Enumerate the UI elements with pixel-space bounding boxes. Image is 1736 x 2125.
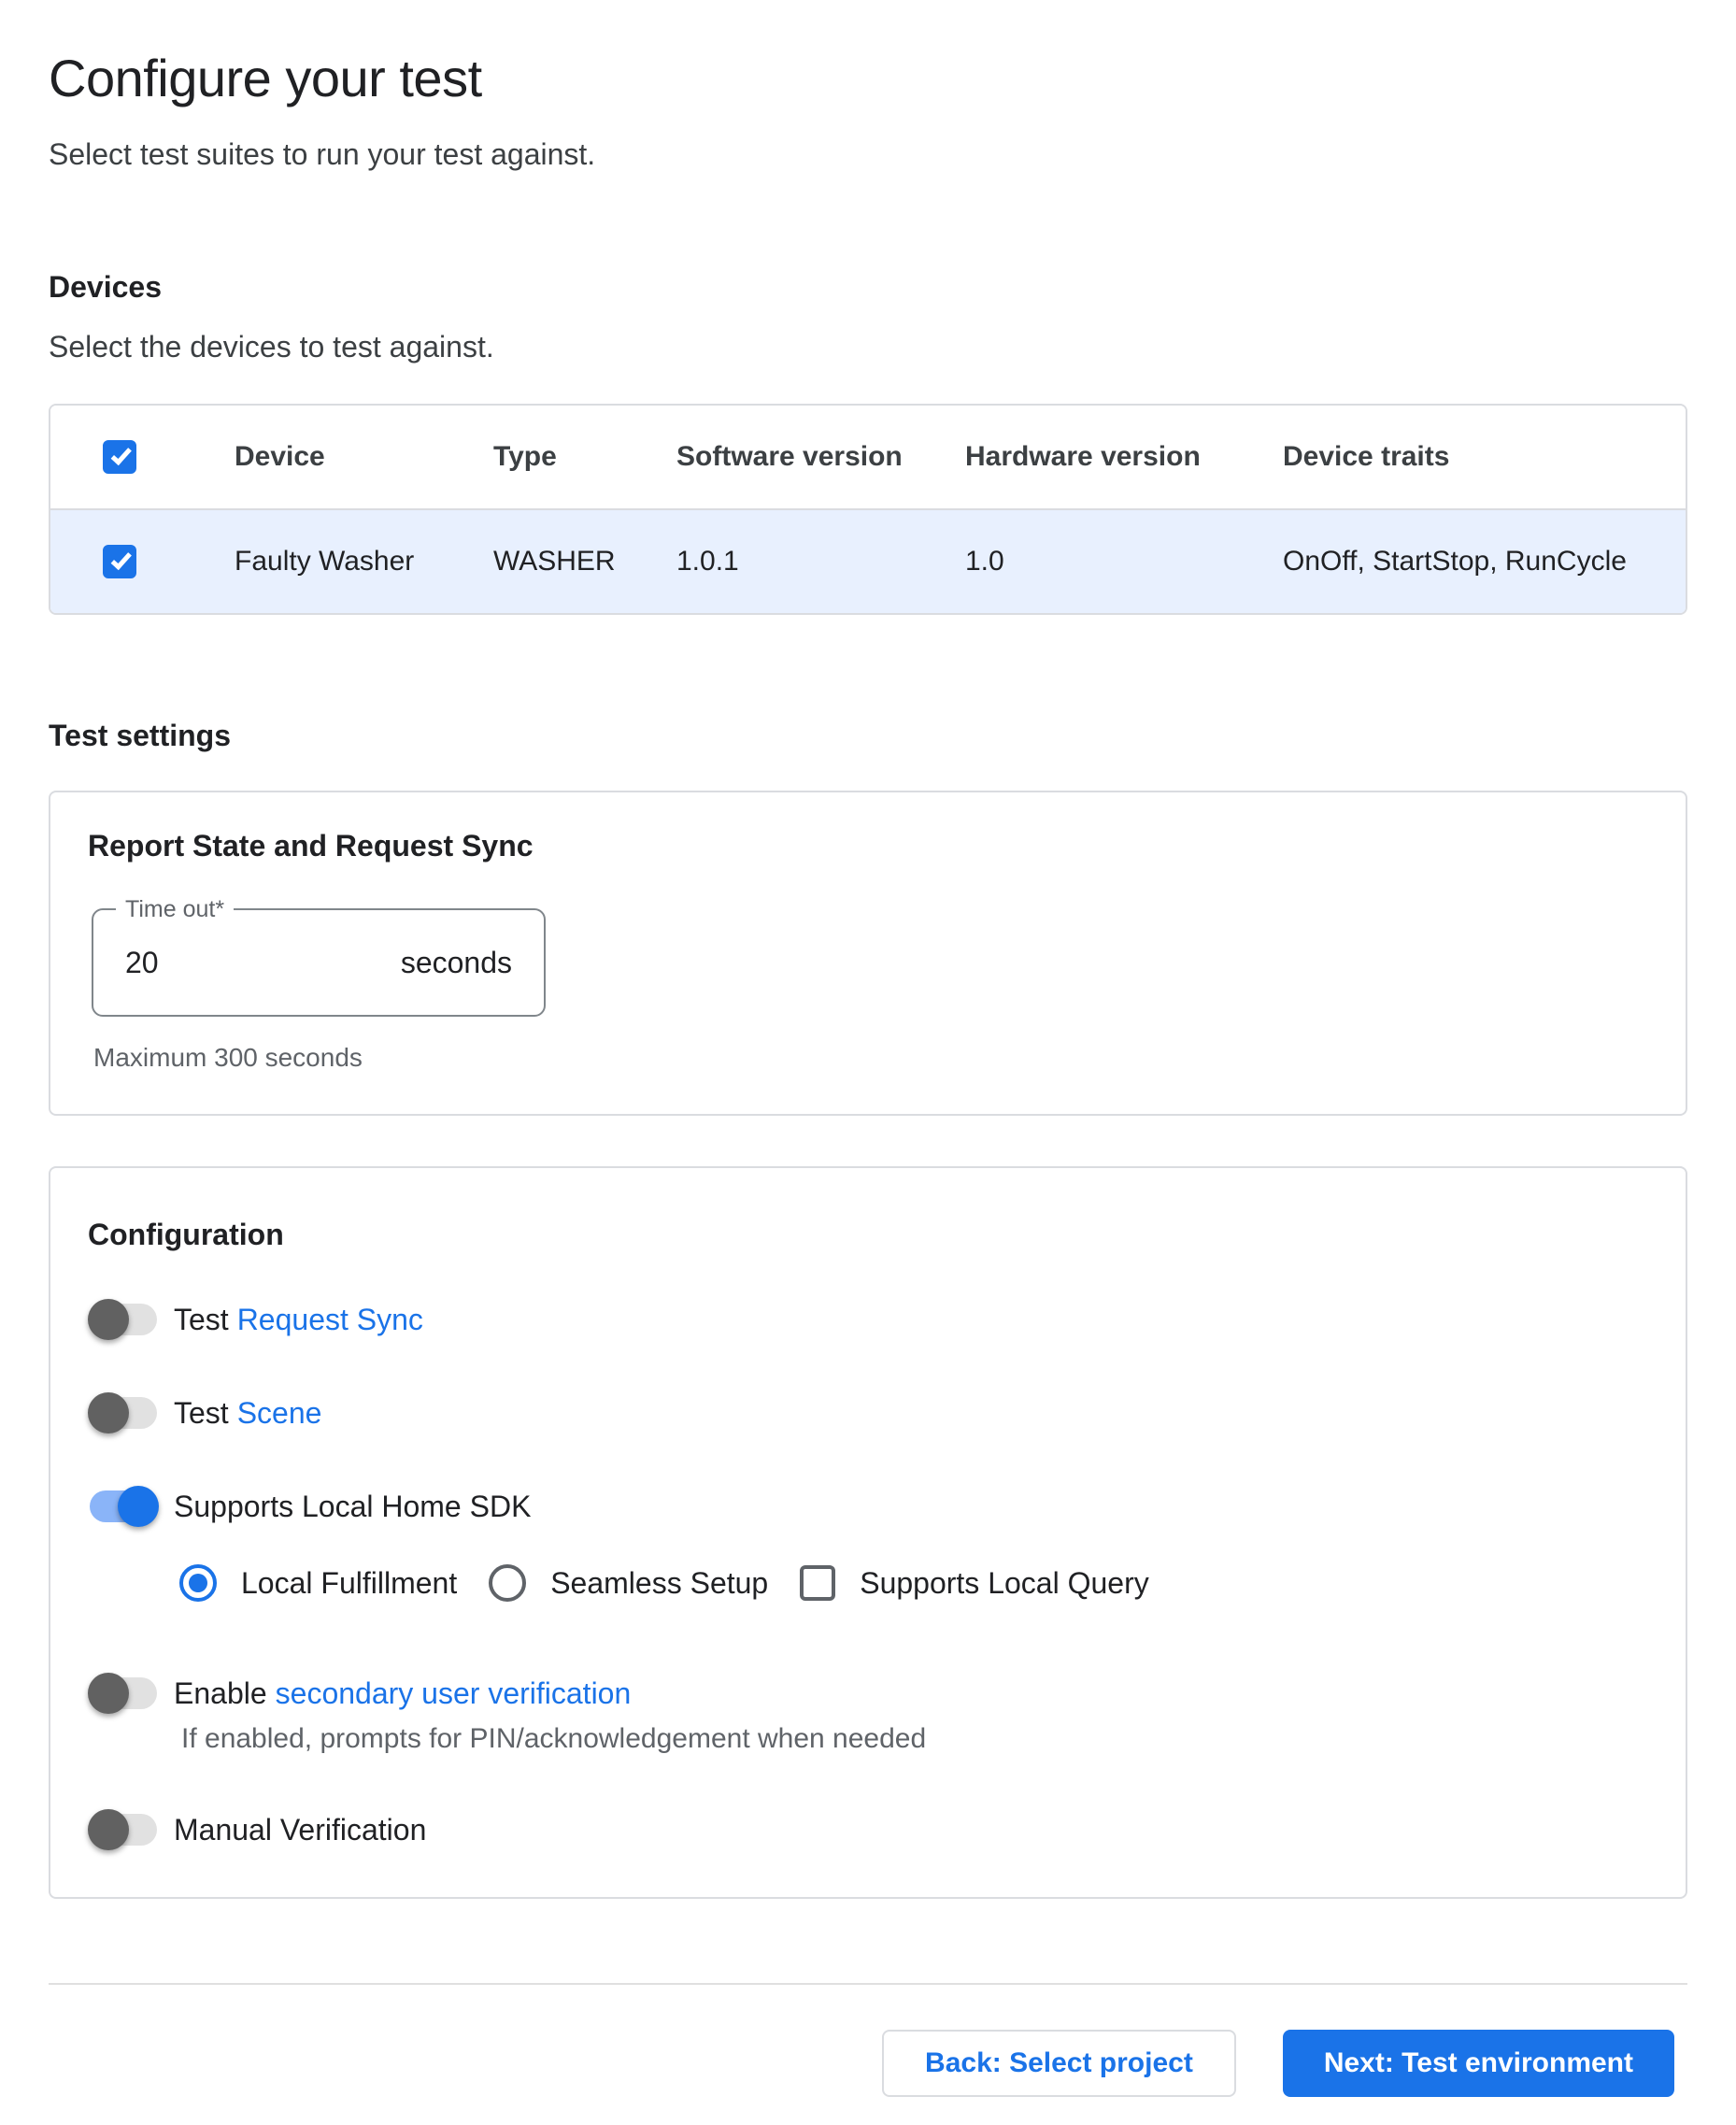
supports-local-home-sdk-label: Supports Local Home SDK <box>174 1488 531 1525</box>
secondary-verification-label: Enable secondary user verification <box>174 1675 631 1712</box>
secondary-verification-row: Enable secondary user verification <box>88 1673 1648 1714</box>
cell-device-type: WASHER <box>493 546 676 578</box>
device-table-row[interactable]: Faulty Washer WASHER 1.0.1 1.0 OnOff, St… <box>50 508 1686 613</box>
supports-local-home-sdk-toggle[interactable] <box>88 1486 159 1527</box>
devices-description: Select the devices to test against. <box>49 329 1687 364</box>
seamless-setup-option: Seamless Setup <box>489 1564 768 1602</box>
label-text: Enable <box>174 1676 267 1710</box>
label-text: Test <box>174 1303 229 1336</box>
test-scene-label: TestScene <box>174 1394 321 1432</box>
timeout-input[interactable] <box>125 946 275 980</box>
toggle-thumb <box>88 1392 129 1433</box>
test-settings-heading: Test settings <box>49 718 1687 753</box>
toggle-thumb <box>88 1673 129 1714</box>
manual-verification-toggle[interactable] <box>88 1809 159 1850</box>
configuration-card-title: Configuration <box>88 1217 1648 1252</box>
column-header-hardware-version: Hardware version <box>965 441 1283 473</box>
manual-verification-row: Manual Verification <box>88 1809 1648 1850</box>
checkmark-icon <box>110 444 131 465</box>
toggle-thumb <box>88 1299 129 1340</box>
timeout-helper-text: Maximum 300 seconds <box>93 1043 1648 1073</box>
secondary-user-verification-link[interactable]: secondary user verification <box>276 1676 632 1710</box>
select-all-checkbox[interactable] <box>103 440 136 474</box>
report-state-card-title: Report State and Request Sync <box>88 828 1648 863</box>
cell-device-name: Faulty Washer <box>235 546 493 578</box>
local-home-options-row: Local Fulfillment Seamless Setup Support… <box>179 1564 1648 1602</box>
header-checkbox-cell <box>50 440 235 474</box>
device-row-checkbox[interactable] <box>103 545 136 578</box>
configure-test-page: Configure your test Select test suites t… <box>0 0 1736 2097</box>
toggle-thumb <box>118 1486 159 1527</box>
local-fulfillment-label: Local Fulfillment <box>241 1566 457 1601</box>
column-header-type: Type <box>493 441 676 473</box>
radio-dot-icon <box>189 1574 207 1592</box>
toggle-thumb <box>88 1809 129 1850</box>
secondary-verification-helper: If enabled, prompts for PIN/acknowledgem… <box>181 1721 1648 1757</box>
supports-local-query-checkbox[interactable] <box>800 1565 835 1601</box>
seamless-setup-radio[interactable] <box>489 1564 526 1602</box>
local-fulfillment-radio[interactable] <box>179 1564 217 1602</box>
local-fulfillment-option: Local Fulfillment <box>179 1564 457 1602</box>
footer-divider <box>49 1983 1687 1985</box>
test-scene-toggle[interactable] <box>88 1392 159 1433</box>
test-scene-row: TestScene <box>88 1392 1648 1433</box>
test-request-sync-toggle[interactable] <box>88 1299 159 1340</box>
timeout-field-label: Time out* <box>116 895 234 923</box>
report-state-card: Report State and Request Sync Time out* … <box>49 791 1687 1116</box>
cell-hardware-version: 1.0 <box>965 546 1283 578</box>
row-checkbox-cell <box>50 545 235 578</box>
scene-link[interactable]: Scene <box>237 1396 322 1430</box>
page-title: Configure your test <box>49 49 1687 108</box>
test-request-sync-row: TestRequest Sync <box>88 1299 1648 1340</box>
column-header-device-traits: Device traits <box>1283 441 1686 473</box>
test-request-sync-label: TestRequest Sync <box>174 1301 423 1338</box>
request-sync-link[interactable]: Request Sync <box>237 1303 423 1336</box>
back-button[interactable]: Back: Select project <box>882 2030 1236 2097</box>
manual-verification-label: Manual Verification <box>174 1811 426 1848</box>
footer-actions: Back: Select project Next: Test environm… <box>49 2030 1687 2097</box>
timeout-unit-label: seconds <box>401 946 512 980</box>
devices-table: Device Type Software version Hardware ve… <box>49 404 1687 615</box>
secondary-verification-toggle[interactable] <box>88 1673 159 1714</box>
supports-local-query-label: Supports Local Query <box>860 1566 1149 1601</box>
page-subtitle: Select test suites to run your test agai… <box>49 136 1687 172</box>
checkmark-icon <box>110 549 131 570</box>
cell-software-version: 1.0.1 <box>676 546 965 578</box>
column-header-software-version: Software version <box>676 441 965 473</box>
supports-local-home-sdk-row: Supports Local Home SDK <box>88 1486 1648 1527</box>
configuration-card: Configuration TestRequest Sync TestScene <box>49 1166 1687 1899</box>
timeout-field: Time out* seconds <box>92 908 546 1017</box>
label-text: Test <box>174 1396 229 1430</box>
supports-local-query-option: Supports Local Query <box>800 1565 1149 1601</box>
column-header-device: Device <box>235 441 493 473</box>
devices-heading: Devices <box>49 269 1687 305</box>
cell-device-traits: OnOff, StartStop, RunCycle <box>1283 546 1686 578</box>
next-button[interactable]: Next: Test environment <box>1283 2030 1674 2097</box>
seamless-setup-label: Seamless Setup <box>550 1566 768 1601</box>
devices-table-header-row: Device Type Software version Hardware ve… <box>50 406 1686 508</box>
